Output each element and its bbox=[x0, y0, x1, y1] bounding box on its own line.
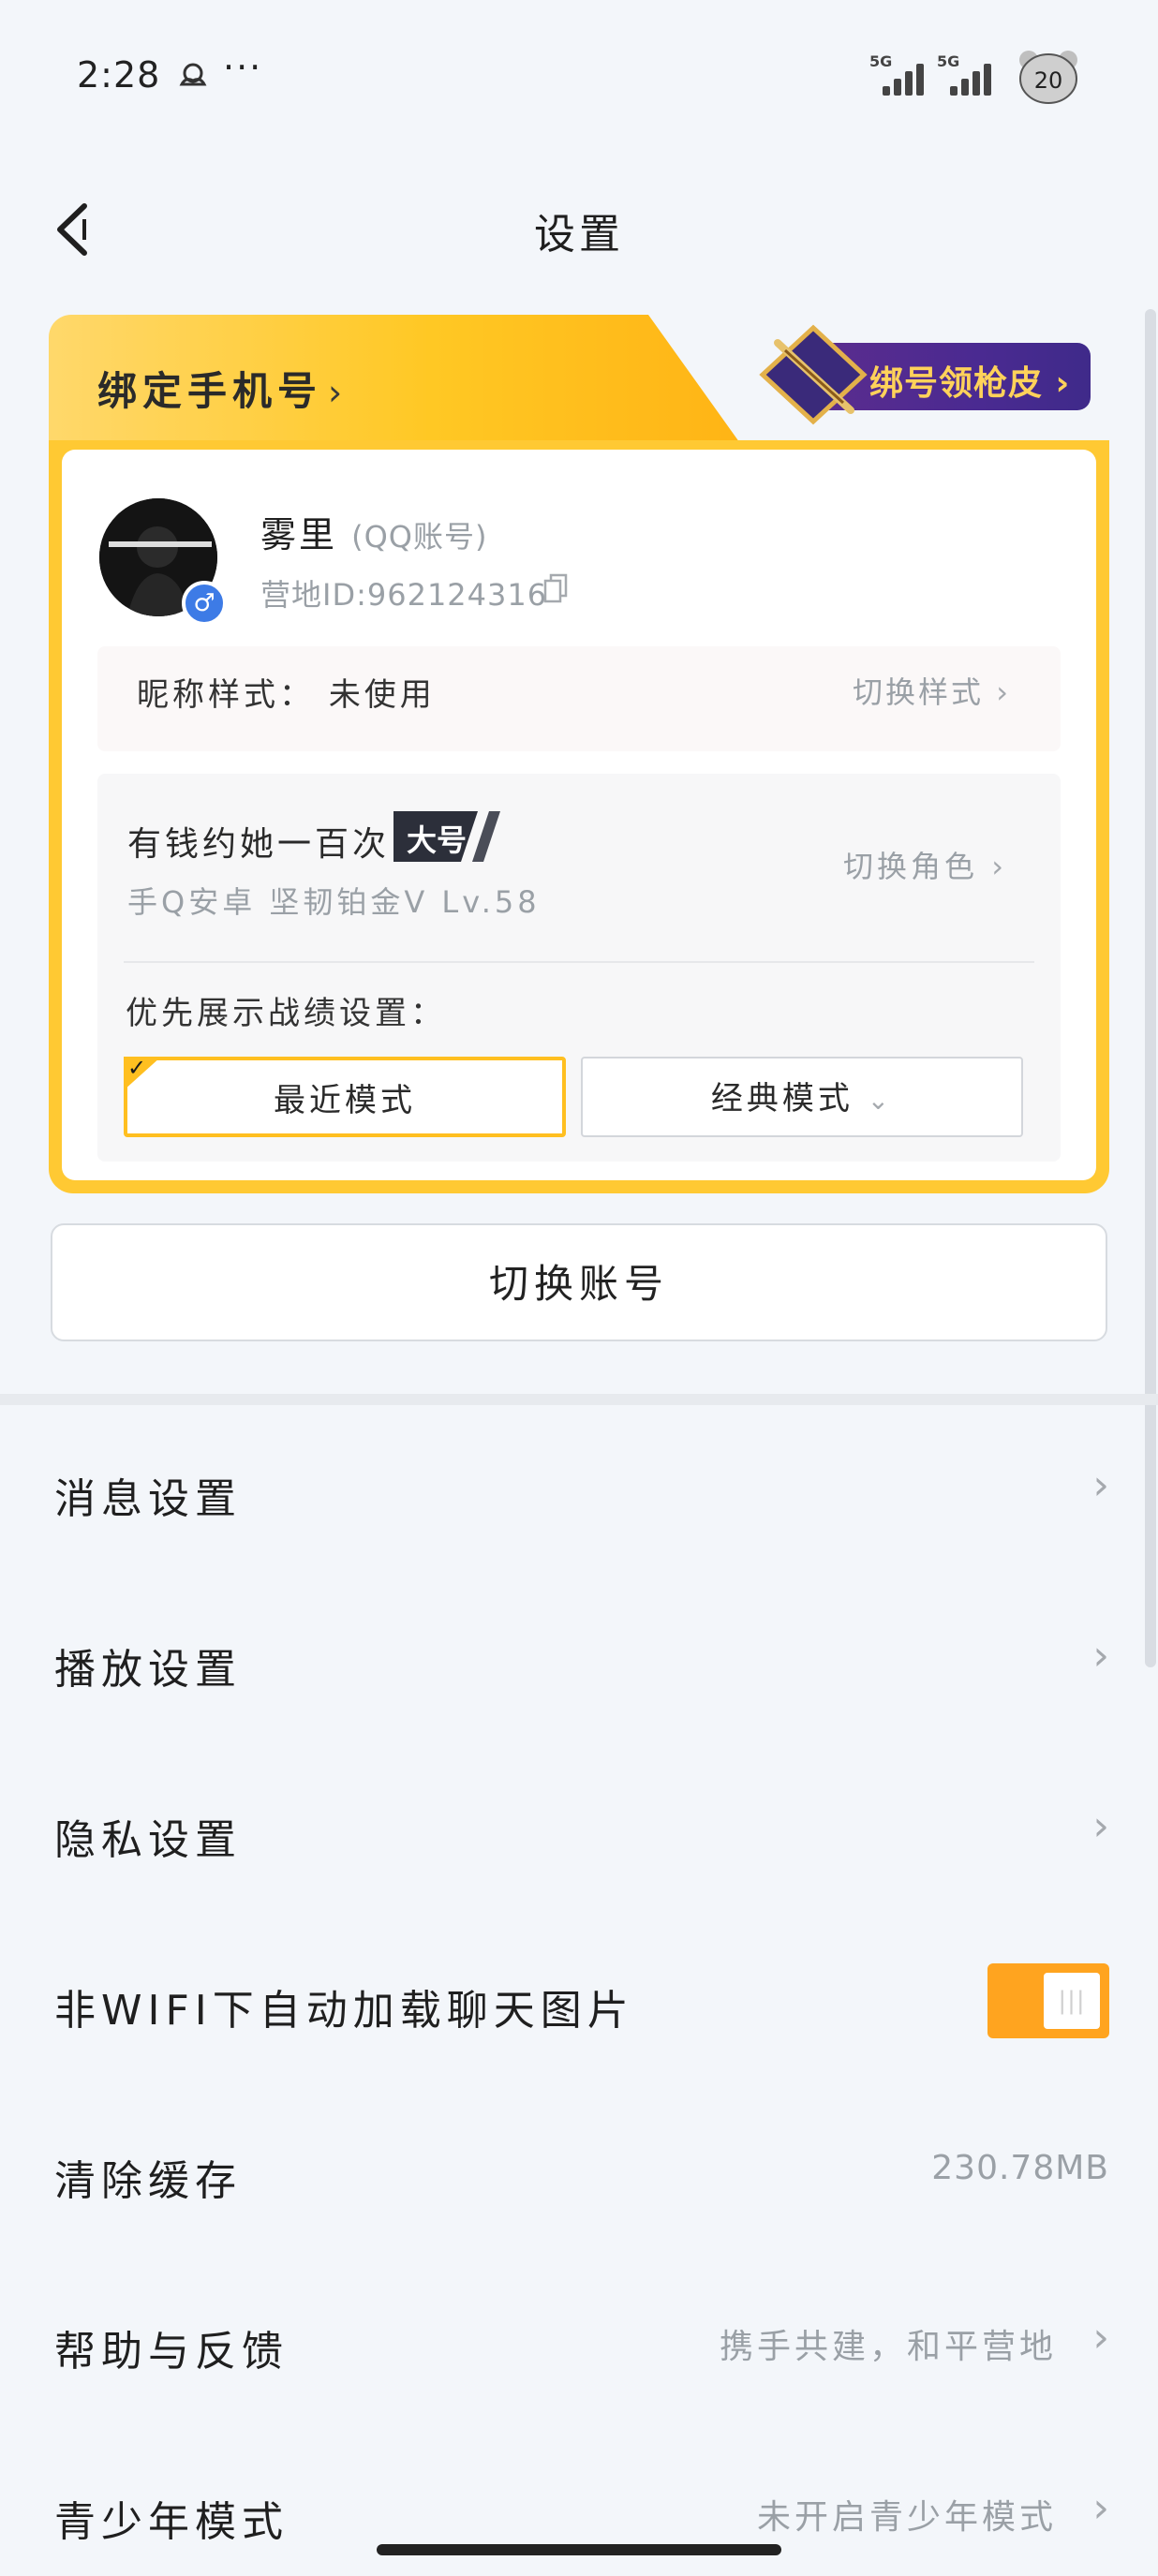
menu-label: 非WIFI下自动加载聊天图片 bbox=[54, 1987, 634, 2035]
camp-id: 营地ID:962124316 bbox=[260, 577, 548, 613]
bind-phone-label: 绑定手机号 bbox=[97, 368, 323, 414]
teen-mode-value: 未开启青少年模式 bbox=[756, 2498, 1057, 2537]
recent-mode-button[interactable]: 最近模式 bbox=[124, 1057, 566, 1137]
menu-label: 清除缓存 bbox=[54, 2157, 242, 2205]
bind-reward-label: 绑号领枪皮 bbox=[869, 364, 1044, 403]
clear-cache-item[interactable]: 清除缓存 230.78MB bbox=[0, 2089, 1143, 2258]
chevron-right-icon: › bbox=[328, 372, 349, 413]
nickname-style: 昵称样式： 未使用 bbox=[137, 669, 436, 715]
menu-label: 播放设置 bbox=[54, 1646, 242, 1694]
switch-account-button[interactable]: 切换账号 bbox=[51, 1223, 1107, 1341]
page-title: 设置 bbox=[534, 211, 624, 259]
role-tag-label: 大号 bbox=[407, 822, 468, 858]
help-feedback-value: 携手共建，和平营地 bbox=[719, 2328, 1057, 2366]
chevron-right-icon: › bbox=[1092, 1461, 1109, 1509]
main-account-badge: 大号 bbox=[393, 811, 500, 862]
message-settings-item[interactable]: 消息设置 › bbox=[0, 1407, 1143, 1576]
divider bbox=[124, 961, 1034, 963]
weather-icon bbox=[179, 63, 207, 86]
menu-label: 青少年模式 bbox=[54, 2498, 289, 2546]
nickname-style-value: 未使用 bbox=[328, 676, 436, 714]
status-avatar-icon: 20 bbox=[1019, 51, 1077, 104]
chevron-down-icon: ⌄ bbox=[867, 1085, 894, 1116]
copy-icon[interactable] bbox=[543, 573, 568, 603]
chevron-right-icon: › bbox=[1092, 2314, 1109, 2361]
role-name: 有钱约她一百次 bbox=[127, 825, 391, 864]
account-type: (QQ账号) bbox=[351, 519, 488, 555]
recent-mode-label: 最近模式 bbox=[274, 1082, 416, 1119]
playback-settings-item[interactable]: 播放设置 › bbox=[0, 1577, 1143, 1746]
privacy-settings-item[interactable]: 隐私设置 › bbox=[0, 1748, 1143, 1917]
menu-label: 隐私设置 bbox=[54, 1816, 242, 1864]
classic-mode-label: 经典模式 bbox=[710, 1080, 854, 1118]
status-time: 2:28 bbox=[77, 54, 161, 96]
help-feedback-item[interactable]: 帮助与反馈 携手共建，和平营地 › bbox=[0, 2259, 1143, 2428]
menu-label: 消息设置 bbox=[54, 1475, 242, 1523]
scrollbar[interactable] bbox=[1145, 309, 1156, 1667]
check-icon: ✓ bbox=[127, 1055, 147, 1081]
home-indicator[interactable] bbox=[377, 2544, 781, 2555]
teen-mode-item[interactable]: 青少年模式 未开启青少年模式 › bbox=[0, 2430, 1143, 2546]
nickname-style-label: 昵称样式： bbox=[137, 676, 315, 714]
male-gender-icon: ♂ bbox=[182, 581, 227, 626]
record-display-label: 优先展示战绩设置： bbox=[126, 995, 446, 1032]
bind-phone-link[interactable]: 绑定手机号 › bbox=[97, 360, 348, 417]
user-name: 雾里 (QQ账号) bbox=[260, 506, 487, 557]
switch-role-label: 切换角色 bbox=[843, 849, 979, 884]
auto-load-images-toggle[interactable]: ||| bbox=[987, 1963, 1109, 2038]
chevron-right-icon: › bbox=[996, 674, 1011, 710]
switch-style-label: 切换样式 bbox=[853, 674, 985, 710]
chevron-right-icon: › bbox=[1092, 1632, 1109, 1680]
chevron-right-icon: › bbox=[1092, 1802, 1109, 1850]
avatar-badge-text: 20 bbox=[1034, 67, 1063, 94]
chevron-right-icon: › bbox=[991, 849, 1007, 884]
classic-mode-dropdown[interactable]: 经典模式 ⌄ bbox=[581, 1057, 1023, 1137]
user-name-text: 雾里 bbox=[260, 514, 338, 555]
signal-2-icon: 5G bbox=[937, 52, 1012, 97]
role-info: 手Q安卓 坚韧铂金Ⅴ Lv.58 bbox=[127, 884, 541, 920]
cache-size: 230.78MB bbox=[931, 2149, 1109, 2187]
section-separator bbox=[0, 1394, 1158, 1405]
switch-style-link[interactable]: 切换样式 › bbox=[853, 669, 1011, 712]
chevron-right-icon: › bbox=[1092, 2484, 1109, 2532]
status-more-icon: ··· bbox=[223, 47, 263, 88]
switch-account-label: 切换账号 bbox=[488, 1261, 669, 1307]
switch-role-link[interactable]: 切换角色 › bbox=[843, 843, 1007, 886]
toggle-knob: ||| bbox=[1044, 1973, 1100, 2029]
gun-skin-icon bbox=[759, 324, 868, 425]
menu-label: 帮助与反馈 bbox=[54, 2328, 289, 2376]
auto-load-images-item: 非WIFI下自动加载聊天图片 bbox=[0, 1918, 1143, 2087]
